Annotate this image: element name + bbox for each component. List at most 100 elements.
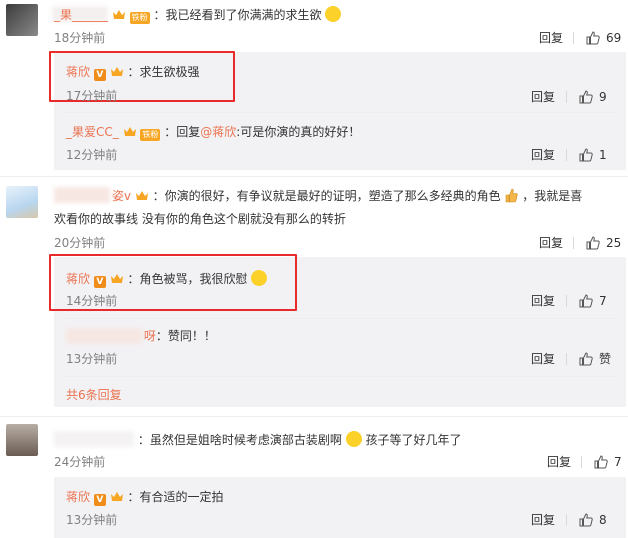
reply-time: 17分钟前 (66, 89, 118, 103)
laugh-cry-emoji-icon (251, 270, 268, 286)
comment-time: 24分钟前 (54, 455, 106, 469)
like-count: 69 (606, 31, 622, 45)
verified-v-icon: V (93, 69, 106, 81)
comment-text-tail: 孩子等了好几年了 (365, 433, 462, 447)
reply-time: 12分钟前 (66, 148, 118, 162)
reply-text: :可是你演的真的好好！ (236, 125, 361, 139)
verified-v-icon: V (93, 276, 106, 288)
reply-list (54, 477, 626, 538)
avatar[interactable] (6, 186, 38, 218)
like-button[interactable]: 25 (586, 235, 621, 251)
comment-text-line2: 欢看你的故事线 没有你的角色这个剧就没有那么的转折 (54, 212, 346, 226)
like-button[interactable]: 赞 (579, 351, 611, 367)
comment-username[interactable]: 姿v (112, 189, 131, 203)
laugh-cry-emoji-icon (325, 6, 342, 22)
divider (60, 318, 620, 319)
like-count: 7 (599, 294, 607, 308)
comment-line: ：虽然但是姐啥时候考虑演部古装剧啊 孩子等了好几年了 (54, 431, 462, 448)
reply-username[interactable]: 呀 (144, 329, 156, 343)
reply-button[interactable]: 回复 (531, 147, 555, 163)
crown-icon (123, 125, 137, 137)
more-replies-link[interactable]: 共6条回复 (66, 387, 122, 403)
reply-username[interactable]: 蒋欣 (66, 65, 90, 79)
verified-v-icon: V (93, 494, 106, 506)
like-count: 赞 (599, 352, 612, 366)
reply-line: 蒋欣 V ：有合适的一定拍 (66, 489, 224, 506)
thumbs-up-icon (579, 294, 593, 308)
comment-line: 姿v ：你演的很好，有争议就是最好的证明，塑造了那么多经典的角色 ，我就是喜 (54, 187, 582, 204)
like-button[interactable]: 69 (586, 30, 621, 46)
reply-button[interactable]: 回复 (531, 89, 555, 105)
divider (566, 353, 567, 365)
crown-icon (110, 65, 124, 77)
comment-text: ：我已经看到了你满满的求生欲 (153, 8, 322, 22)
thumbs-up-icon (579, 148, 593, 162)
fan-badge: 铁粉 (140, 129, 161, 141)
reply-button[interactable]: 回复 (531, 351, 555, 367)
divider (566, 149, 567, 161)
reply-button[interactable]: 回复 (531, 293, 555, 309)
like-button[interactable]: 7 (594, 454, 622, 470)
like-button[interactable]: 8 (579, 512, 607, 528)
reply-text: ：求生欲极强 (127, 65, 200, 79)
thumbs-up-icon (586, 236, 600, 250)
comment-line: _果______ 铁粉 ：我已经看到了你满满的求生欲 (52, 6, 342, 24)
reply-button[interactable]: 回复 (539, 235, 563, 251)
crown-icon (110, 272, 124, 284)
thumbs-up-icon (579, 90, 593, 104)
reply-time: 13分钟前 (66, 513, 118, 527)
like-count: 7 (614, 455, 622, 469)
like-button[interactable]: 1 (579, 147, 607, 163)
avatar[interactable] (6, 4, 38, 36)
comment-text: ：虽然但是姐啥时候考虑演部古装剧啊 (137, 433, 342, 447)
reply-username[interactable]: _果爱CC_ (66, 125, 119, 139)
divider (566, 514, 567, 526)
divider (566, 91, 567, 103)
crown-icon (112, 8, 126, 20)
like-button[interactable]: 7 (579, 293, 607, 309)
reply-text: ：角色被骂，我很欣慰 (127, 272, 248, 286)
comment-username[interactable]: _果______ (54, 8, 108, 22)
like-count: 25 (606, 236, 622, 250)
pleading-face-emoji-icon (345, 431, 362, 447)
reply-time: 14分钟前 (66, 294, 118, 308)
like-button[interactable]: 9 (579, 89, 607, 105)
reply-line: _果爱CC_ 铁粉 ：回复@蒋欣:可是你演的真的好好！ (66, 124, 360, 141)
divider (573, 32, 574, 44)
mention-link[interactable]: @蒋欣 (200, 125, 236, 139)
reply-button[interactable]: 回复 (531, 512, 555, 528)
reply-line: 蒋欣 V ：角色被骂，我很欣慰 (66, 270, 268, 288)
reply-button[interactable]: 回复 (539, 30, 563, 46)
thumbs-up-icon (586, 31, 600, 45)
crown-icon (135, 189, 149, 201)
comment-time: 20分钟前 (54, 236, 106, 250)
like-count: 8 (599, 513, 607, 527)
like-count: 9 (599, 90, 607, 104)
reply-time: 13分钟前 (66, 352, 118, 366)
divider (60, 112, 620, 113)
reply-username[interactable]: 蒋欣 (66, 490, 90, 504)
comment-text-cont: ，我就是喜 (522, 189, 583, 203)
avatar[interactable] (6, 424, 38, 456)
crown-icon (110, 490, 124, 502)
reply-prefix: ：回复 (164, 125, 201, 139)
divider (0, 176, 628, 177)
thumbs-up-icon (579, 513, 593, 527)
comment-time: 18分钟前 (54, 31, 106, 45)
divider (581, 456, 582, 468)
thumbs-up-icon (594, 455, 608, 469)
divider (0, 416, 628, 417)
thumbs-up-icon (579, 352, 593, 366)
comment-text: ：你演的很好，有争议就是最好的证明，塑造了那么多经典的角色 (152, 189, 501, 203)
divider (566, 295, 567, 307)
reply-line: 呀：赞同！！ (66, 328, 216, 344)
reply-button[interactable]: 回复 (547, 454, 571, 470)
divider (573, 237, 574, 249)
fan-badge: 铁粉 (129, 12, 150, 24)
reply-text: ：赞同！！ (155, 329, 216, 343)
divider (60, 376, 620, 377)
reply-text: ：有合适的一定拍 (127, 490, 224, 504)
reply-line: 蒋欣 V ：求生欲极强 (66, 64, 200, 81)
thumbs-up-emoji-icon (504, 187, 519, 203)
reply-username[interactable]: 蒋欣 (66, 272, 90, 286)
